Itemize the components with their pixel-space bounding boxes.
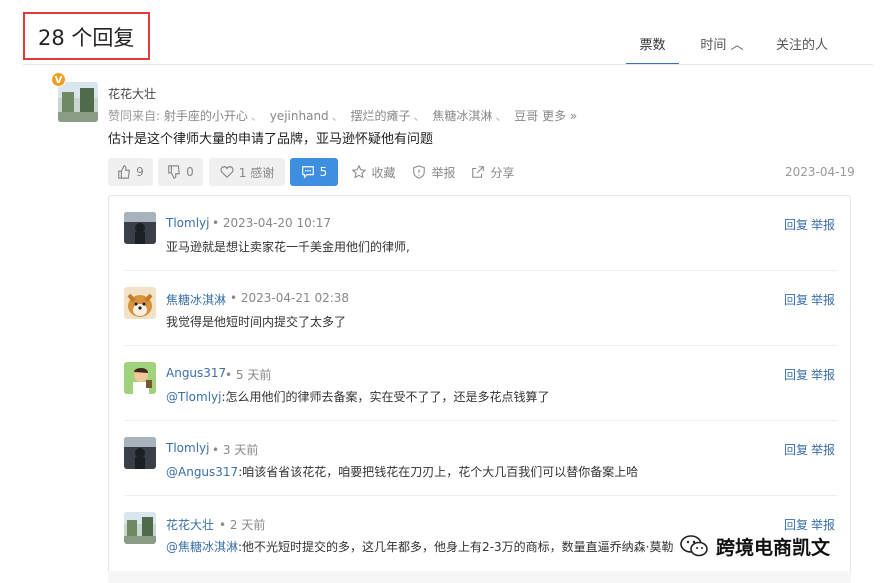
reply-link[interactable]: 回复: [784, 441, 808, 458]
comment-author[interactable]: Angus317: [166, 366, 226, 380]
comment-text: 亚马逊就是想让卖家花一千美金用他们的律师,: [166, 238, 410, 255]
downvote-count: 0: [186, 165, 194, 179]
share-button[interactable]: 分享: [467, 158, 519, 186]
comment-author[interactable]: Tlomlyj: [166, 216, 209, 230]
reply-count-title: 28 个回复: [38, 26, 135, 50]
report-link[interactable]: 举报: [811, 441, 835, 458]
report-link[interactable]: 举报: [811, 216, 835, 233]
answer-content: 估计是这个律师大量的申请了品牌，亚马逊怀疑他有问题: [108, 132, 434, 147]
shield-icon: [413, 165, 426, 179]
wechat-icon: [680, 535, 708, 557]
collect-label: 收藏: [371, 165, 396, 180]
report-button[interactable]: 举报: [410, 158, 458, 186]
comment-item: 焦糖冰淇淋 • 2023-04-21 02:38 我觉得是他短时间内提交了太多了…: [109, 271, 850, 346]
comments-button[interactable]: 5: [290, 158, 338, 186]
share-label: 分享: [490, 165, 515, 180]
comment-body: :他不光短时提交的多，这几年都多，他身上有2-3万的商标，数量直逼乔纳森·莫勒: [238, 540, 674, 554]
answer-author[interactable]: 花花大壮: [108, 85, 156, 102]
heart-icon: [220, 166, 234, 179]
comment-icon: [301, 166, 314, 179]
comment-text: @焦糖冰淇淋:他不光短时提交的多，这几年都多，他身上有2-3万的商标，数量直逼乔…: [166, 538, 673, 555]
reply-link[interactable]: 回复: [784, 366, 808, 383]
tabs-divider: [23, 64, 873, 65]
comment-item: Angus317 • 5 天前 @Tlomlyj:怎么用他们的律师去备案，实在受…: [109, 346, 850, 421]
watermark: 跨境电商凯文: [680, 530, 830, 562]
comment-mention[interactable]: @焦糖冰淇淋: [166, 540, 238, 554]
tab-following[interactable]: 关注的人: [771, 34, 833, 65]
reply-link[interactable]: 回复: [784, 216, 808, 233]
comment-item: Tlomlyj • 3 天前 @Angus317:咱该省省该花花，咱要把钱花在刀…: [109, 421, 850, 496]
comment-body: 我觉得是他短时间内提交了太多了: [166, 315, 347, 329]
comment-text: @Tlomlyj:怎么用他们的律师去备案，实在受不了了，还是多花点钱算了: [166, 388, 550, 405]
share-icon: [472, 166, 485, 178]
report-label: 举报: [431, 165, 456, 180]
comment-mention[interactable]: @Angus317: [166, 465, 238, 479]
comment-time: • 3 天前: [212, 443, 259, 457]
verified-badge-icon: V: [51, 72, 66, 87]
comment-text: 我觉得是他短时间内提交了太多了: [166, 313, 346, 330]
comment-author[interactable]: Tlomlyj: [166, 441, 209, 455]
comment-time: • 2023-04-21 02:38: [230, 291, 350, 305]
thanks-button[interactable]: 1 感谢: [209, 158, 285, 186]
downvote-button[interactable]: 0: [158, 158, 203, 186]
answer-date: 2023-04-19: [785, 165, 855, 179]
comment-body: 亚马逊就是想让卖家花一千美金用他们的律师,: [166, 240, 410, 254]
watermark-text: 跨境电商凯文: [716, 536, 831, 559]
avatar[interactable]: [124, 362, 156, 394]
voters-more-link[interactable]: 更多 »: [542, 109, 577, 123]
comment-body: :咱该省省该花花，咱要把钱花在刀刃上，花个大几百我们可以替你备案上哈: [238, 465, 639, 479]
voter-link[interactable]: 射手座的小开心: [164, 109, 248, 123]
comment-text: @Angus317:咱该省省该花花，咱要把钱花在刀刃上，花个大几百我们可以替你备…: [166, 463, 638, 480]
comment-time: • 2 天前: [219, 518, 266, 532]
voter-link[interactable]: 焦糖冰淇淋: [432, 109, 492, 123]
comments-panel: Tlomlyj • 2023-04-20 10:17 亚马逊就是想让卖家花一千美…: [108, 195, 851, 583]
thumbs-down-icon: [168, 165, 181, 179]
comment-mention[interactable]: @Tlomlyj: [166, 390, 221, 404]
voter-link[interactable]: yejinhand: [270, 109, 329, 123]
thumbs-up-icon: [118, 165, 131, 179]
avatar[interactable]: [124, 287, 156, 319]
comment-time: • 2023-04-20 10:17: [212, 216, 332, 230]
thanks-label: 1 感谢: [238, 165, 275, 180]
avatar[interactable]: [124, 212, 156, 244]
comments-footer: [108, 571, 851, 583]
voters-label: 赞同来自:: [108, 109, 161, 123]
upvote-count: 9: [136, 165, 144, 179]
comment-author[interactable]: 花花大壮: [166, 516, 214, 533]
tab-time[interactable]: 时间 ︿: [696, 34, 748, 65]
comment-item: Tlomlyj • 2023-04-20 10:17 亚马逊就是想让卖家花一千美…: [109, 196, 850, 271]
report-link[interactable]: 举报: [811, 366, 835, 383]
voter-link[interactable]: 豆哥: [514, 109, 538, 123]
comments-count: 5: [319, 165, 328, 179]
avatar[interactable]: [124, 437, 156, 469]
avatar[interactable]: [58, 82, 98, 122]
voter-link[interactable]: 摆烂的瘫子: [351, 109, 411, 123]
star-icon: [352, 165, 367, 179]
collect-button[interactable]: 收藏: [348, 158, 400, 186]
tab-votes[interactable]: 票数: [626, 34, 679, 65]
upvote-button[interactable]: 9: [108, 158, 153, 186]
comment-body: :怎么用他们的律师去备案，实在受不了了，还是多花点钱算了: [221, 390, 550, 404]
comment-time: • 5 天前: [225, 368, 272, 382]
comment-author[interactable]: 焦糖冰淇淋: [166, 291, 226, 308]
reply-link[interactable]: 回复: [784, 291, 808, 308]
avatar[interactable]: [124, 512, 156, 544]
voters-line: 赞同来自: 射手座的小开心、 yejinhand、 摆烂的瘫子、 焦糖冰淇淋、 …: [108, 109, 578, 123]
report-link[interactable]: 举报: [811, 291, 835, 308]
